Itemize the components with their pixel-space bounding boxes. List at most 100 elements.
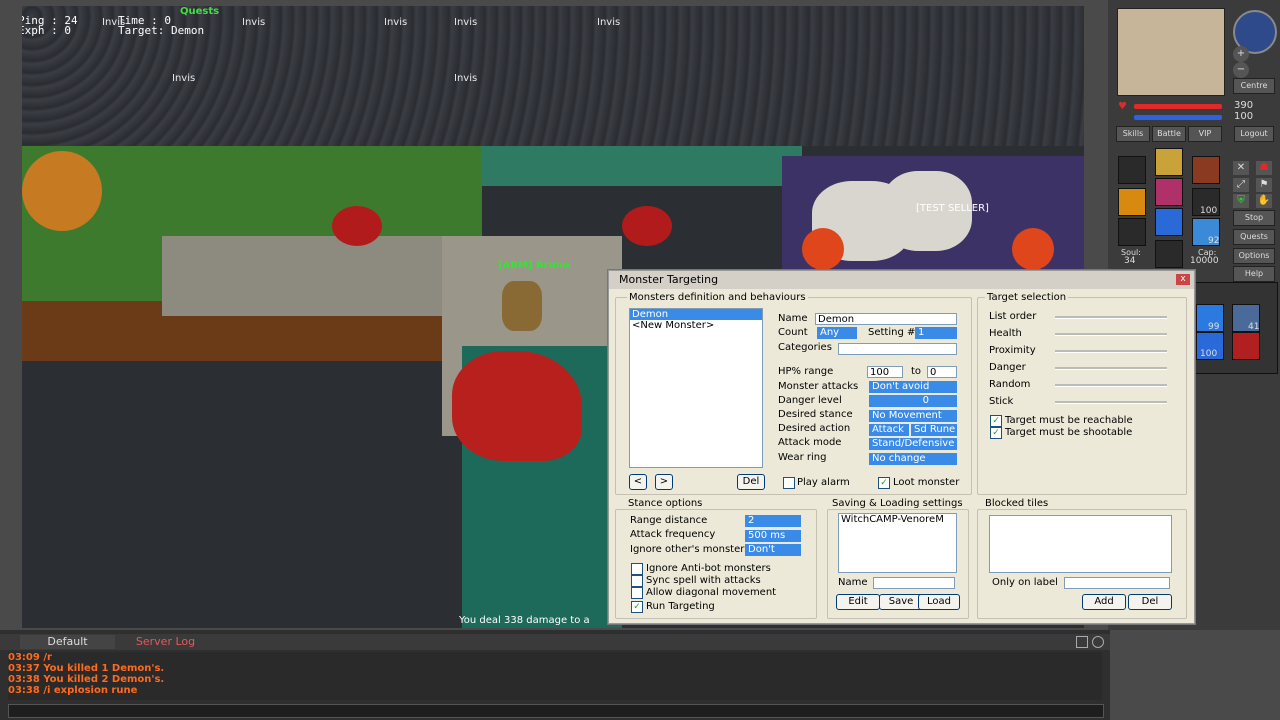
monster-list[interactable]: Demon <New Monster> <box>629 308 763 468</box>
wear-ring-select[interactable]: No change <box>869 453 957 465</box>
monster-attacks-select[interactable]: Don't avoid <box>869 381 957 393</box>
centre-button[interactable]: Centre <box>1233 78 1275 94</box>
item-count: 41 <box>1248 322 1260 332</box>
demon-creature[interactable] <box>452 351 582 461</box>
saved-settings-list[interactable]: WitchCAMP-VenoreM <box>838 513 957 573</box>
stop-button[interactable]: Stop <box>1233 210 1275 226</box>
item-count: 99 <box>1208 322 1220 332</box>
reachable-checkbox[interactable]: ✓ <box>990 415 1002 427</box>
desired-action-select-2[interactable]: Sd Rune <box>911 424 957 436</box>
battle-button[interactable]: Battle <box>1152 126 1186 142</box>
play-alarm-checkbox[interactable] <box>783 477 795 489</box>
legs-slot[interactable] <box>1155 208 1183 236</box>
blocked-tiles-list[interactable] <box>989 515 1172 573</box>
setting-select[interactable]: 1 <box>915 327 957 339</box>
invis-label: Invis <box>384 17 408 28</box>
minimize-icon[interactable] <box>1076 636 1088 648</box>
invis-label: Invis <box>454 73 478 84</box>
player-character[interactable] <box>502 281 542 331</box>
attack-frequency-select[interactable]: 500 ms <box>745 530 801 542</box>
options-button[interactable]: Options <box>1233 248 1275 264</box>
desired-stance-label: Desired stance <box>778 409 853 420</box>
hp-range-label: HP% range <box>778 366 834 377</box>
expand-icon[interactable]: ⤢ <box>1233 178 1249 192</box>
monster-targeting-dialog[interactable]: Monster Targeting x Monsters definition … <box>608 270 1195 624</box>
load-button[interactable]: Load <box>918 594 960 610</box>
logout-button[interactable]: Logout <box>1234 126 1274 142</box>
list-order-slider[interactable] <box>1055 316 1167 319</box>
prev-button[interactable]: < <box>629 474 647 490</box>
slider-label: Random <box>989 379 1031 390</box>
minimap[interactable] <box>1117 8 1225 96</box>
desired-stance-select[interactable]: No Movement <box>869 410 957 422</box>
vip-button[interactable]: VIP <box>1188 126 1222 142</box>
quests-button[interactable]: Quests <box>1233 229 1275 245</box>
tab-server-log[interactable]: Server Log <box>118 635 213 649</box>
danger-slider[interactable] <box>1055 367 1167 370</box>
ring-slot[interactable] <box>1118 218 1146 246</box>
sync-spell-checkbox[interactable] <box>631 575 643 587</box>
zoom-out-icon[interactable]: − <box>1233 62 1249 78</box>
list-item[interactable]: Demon <box>630 309 762 320</box>
hp-to-field[interactable]: 0 <box>927 366 957 378</box>
ignore-antibot-checkbox[interactable] <box>631 563 643 575</box>
heart-icon: ♥ <box>1118 101 1127 112</box>
ignore-others-select[interactable]: Don't <box>745 544 801 556</box>
stick-slider[interactable] <box>1055 401 1167 404</box>
person-icon[interactable]: ☗ <box>1256 161 1272 175</box>
skills-button[interactable]: Skills <box>1116 126 1150 142</box>
edit-button[interactable]: Edit <box>836 594 880 610</box>
hp-from-field[interactable]: 100 <box>867 366 903 378</box>
health-slider[interactable] <box>1055 333 1167 336</box>
weapon-slot[interactable] <box>1118 188 1146 216</box>
delete-tile-button[interactable]: Del <box>1128 594 1172 610</box>
close-icon[interactable]: x <box>1176 274 1190 285</box>
close-channel-icon[interactable] <box>1092 636 1104 648</box>
next-button[interactable]: > <box>655 474 673 490</box>
cap-value: 10000 <box>1190 256 1219 266</box>
invis-label: Invis <box>242 17 266 28</box>
shield-icon[interactable]: ⛨ <box>1233 194 1249 208</box>
run-icon[interactable]: ⚑ <box>1256 178 1272 192</box>
name-field[interactable]: Demon <box>815 313 957 325</box>
diagonal-checkbox[interactable] <box>631 587 643 599</box>
help-button[interactable]: Help <box>1233 266 1275 282</box>
run-targeting-checkbox[interactable]: ✓ <box>631 601 643 613</box>
tab-default[interactable]: Default <box>20 635 115 649</box>
container-item[interactable] <box>1232 332 1260 360</box>
range-distance-select[interactable]: 2 <box>745 515 801 527</box>
loot-monster-checkbox[interactable]: ✓ <box>878 477 890 489</box>
mana-bar <box>1134 115 1222 120</box>
monsters-group-label: Monsters definition and behaviours <box>627 292 808 303</box>
list-item[interactable]: WitchCAMP-VenoreM <box>839 514 956 525</box>
save-name-field[interactable] <box>873 577 955 589</box>
delete-monster-button[interactable]: Del <box>737 474 765 490</box>
proximity-slider[interactable] <box>1055 350 1167 353</box>
count-select[interactable]: Any <box>817 327 857 339</box>
danger-level-select[interactable]: 0 <box>869 395 957 407</box>
target-readout: Target: Demon <box>118 24 205 37</box>
dialog-title: Monster Targeting <box>609 271 1194 289</box>
add-tile-button[interactable]: Add <box>1082 594 1126 610</box>
save-name-label: Name <box>838 577 868 588</box>
amulet-slot[interactable] <box>1118 156 1146 184</box>
hand-icon[interactable]: ✋ <box>1256 194 1272 208</box>
only-on-label: Only on label <box>992 577 1058 588</box>
slider-label: List order <box>989 311 1037 322</box>
armor-slot[interactable] <box>1155 178 1183 206</box>
desired-action-select[interactable]: Attack <box>869 424 909 436</box>
shootable-checkbox[interactable]: ✓ <box>990 427 1002 439</box>
only-on-label-field[interactable] <box>1064 577 1170 589</box>
helmet-slot[interactable] <box>1155 148 1183 176</box>
zoom-in-icon[interactable]: + <box>1233 46 1249 62</box>
save-button[interactable]: Save <box>879 594 923 610</box>
attack-mode-select[interactable]: Stand/Defensive <box>869 438 957 450</box>
list-item[interactable]: <New Monster> <box>630 320 762 331</box>
backpack-slot[interactable] <box>1192 156 1220 184</box>
chat-input[interactable] <box>8 704 1104 718</box>
boots-slot[interactable] <box>1155 240 1183 268</box>
close-icon[interactable]: ✕ <box>1233 161 1249 175</box>
categories-field[interactable] <box>838 343 957 355</box>
random-slider[interactable] <box>1055 384 1167 387</box>
slider-label: Health <box>989 328 1022 339</box>
